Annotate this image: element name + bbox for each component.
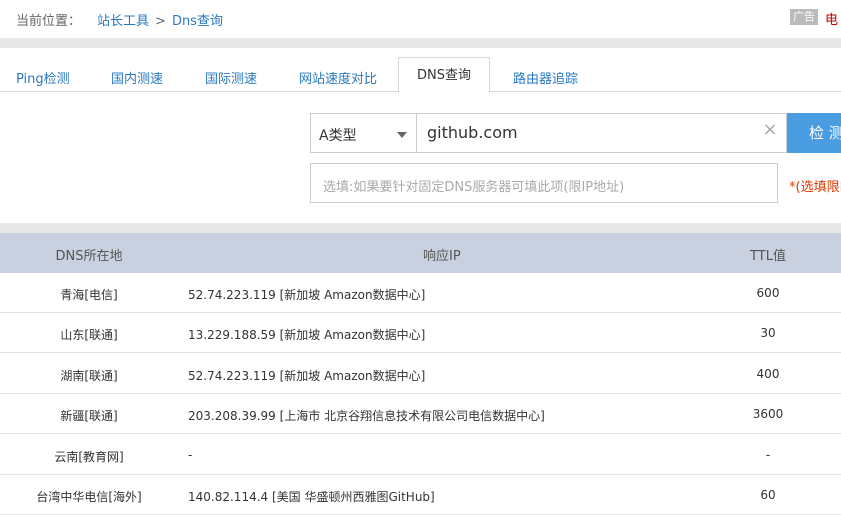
cell-location: 云南[教育网] [54,450,124,464]
cell-location: 青海[电信] [60,288,118,302]
table-row: 新疆[联通] 203.208.39.99 [上海市 北京谷翔信息技术有限公司电信… [0,394,841,434]
header-ip: 响应IP [423,249,461,264]
ad-link[interactable]: 电 [825,9,838,28]
table-row: 青海[电信] 52.74.223.119 [新加坡 Amazon数据中心] 60… [0,273,841,313]
domain-input-value: github.com [427,123,518,142]
cell-ttl: 3600 [752,407,784,421]
cell-ttl: - [765,448,771,462]
cell-ip: 140.82.114.4 [美国 华盛顿州西雅图GitHub] [188,490,435,504]
tab-traceroute[interactable]: 路由器追踪 [513,68,578,87]
tab-domestic-speed[interactable]: 国内测速 [111,68,163,87]
cell-ip: 13.229.188.59 [新加坡 Amazon数据中心] [188,328,426,342]
results-table-header: DNS所在地 响应IP TTL值 [0,233,841,273]
section-divider [0,223,841,233]
cell-ttl: 60 [760,488,776,502]
close-icon[interactable]: × [761,121,779,139]
record-type-select[interactable]: A类型 [310,113,416,153]
cell-location: 新疆[联通] [60,409,118,423]
cell-location: 台湾中华电信[海外] [36,490,142,504]
cell-ttl: 400 [756,367,780,381]
top-bar: 当前位置： 站长工具 > Dns查询 广告 电 [0,0,841,38]
detect-button[interactable]: 检 测 [787,113,841,153]
header-location: DNS所在地 [55,249,123,264]
ad-badge: 广告 [790,9,818,25]
chevron-down-icon [397,132,407,138]
cell-ttl: 600 [756,286,780,300]
tab-international-speed[interactable]: 国际测速 [205,68,257,87]
cell-ip: 203.208.39.99 [上海市 北京谷翔信息技术有限公司电信数据中心] [188,409,545,423]
tab-bar: Ping检测 国内测速 国际测速 网站速度对比 DNS查询 路由器追踪 [0,48,841,93]
tab-ping[interactable]: Ping检测 [16,68,70,87]
tab-dns-query[interactable]: DNS查询 [398,57,490,93]
breadcrumb-prefix: 当前位置： [16,14,82,29]
table-row: 湖南[联通] 52.74.223.119 [新加坡 Amazon数据中心] 40… [0,354,841,394]
breadcrumb-link-dns[interactable]: Dns查询 [172,14,223,29]
tab-speed-compare[interactable]: 网站速度对比 [299,68,377,87]
section-divider [0,38,841,48]
breadcrumb-separator: > [155,14,166,29]
cell-ip: 52.74.223.119 [新加坡 Amazon数据中心] [188,288,426,302]
table-row: 台湾中华电信[海外] 140.82.114.4 [美国 华盛顿州西雅图GitHu… [0,475,841,515]
domain-input[interactable]: github.com [416,113,787,153]
dns-server-placeholder: 选填:如果要针对固定DNS服务器可填此项(限IP地址) [323,180,625,195]
breadcrumb-link-tools[interactable]: 站长工具 [97,14,149,29]
table-row: 山东[联通] 13.229.188.59 [新加坡 Amazon数据中心] 30 [0,313,841,353]
cell-location: 山东[联通] [60,328,118,342]
dns-server-hint: *(选填限IP [789,180,841,195]
dns-server-input[interactable]: 选填:如果要针对固定DNS服务器可填此项(限IP地址) [310,163,778,203]
cell-ttl: 30 [760,326,776,340]
table-row: 云南[教育网] - - [0,435,841,475]
cell-location: 湖南[联通] [60,369,118,383]
header-ttl: TTL值 [750,249,786,264]
cell-ip: 52.74.223.119 [新加坡 Amazon数据中心] [188,369,426,383]
record-type-value: A类型 [319,128,357,144]
cell-ip: - [188,448,193,462]
breadcrumb: 当前位置： 站长工具 > Dns查询 [16,10,223,29]
